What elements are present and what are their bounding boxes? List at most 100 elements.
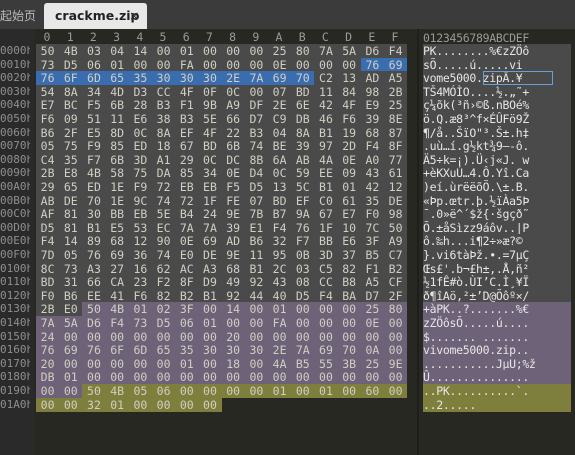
hex-byte[interactable]: 01 bbox=[268, 302, 292, 317]
hex-byte[interactable]: 42 bbox=[360, 180, 384, 194]
hex-byte[interactable]: 00 bbox=[198, 384, 222, 398]
hex-byte[interactable]: D4 bbox=[244, 166, 268, 181]
hex-byte[interactable]: 0E bbox=[337, 152, 361, 167]
hex-byte[interactable]: CC bbox=[152, 84, 176, 99]
hex-byte[interactable]: 76 bbox=[82, 343, 106, 358]
hex-byte[interactable]: 9B bbox=[198, 98, 222, 113]
hex-byte[interactable]: B1 bbox=[82, 220, 106, 235]
ascii-row[interactable]: ô.‰h...i­¶2÷»æ?© bbox=[423, 234, 571, 249]
hex-byte[interactable]: 92 bbox=[221, 288, 245, 303]
hex-byte[interactable]: 01 bbox=[268, 384, 292, 398]
hex-byte[interactable]: 00 bbox=[82, 356, 106, 371]
hex-byte[interactable]: F4 bbox=[384, 44, 408, 58]
hex-byte[interactable]: F7 bbox=[291, 234, 315, 249]
hex-byte[interactable]: 0C bbox=[198, 152, 222, 167]
hex-byte[interactable]: C7 bbox=[384, 248, 408, 262]
hex-byte[interactable]: AD bbox=[360, 71, 384, 86]
hex-byte[interactable]: 00 bbox=[128, 329, 152, 344]
hex-byte[interactable]: 00 bbox=[175, 384, 199, 398]
hex-byte[interactable]: 32 bbox=[268, 234, 292, 249]
hex-byte[interactable]: EF bbox=[175, 125, 199, 140]
ascii-row[interactable]: Ä5÷k=¡).Ü‹j«J. w bbox=[423, 152, 571, 167]
hex-byte[interactable]: 69 bbox=[268, 71, 292, 86]
hex-byte[interactable]: ED bbox=[82, 180, 106, 194]
hex-byte[interactable]: 4A bbox=[314, 152, 338, 167]
hex-byte[interactable]: 00 bbox=[360, 329, 384, 344]
hex-byte[interactable]: 76 bbox=[360, 57, 384, 72]
hex-byte[interactable]: 74 bbox=[152, 248, 176, 262]
hex-byte[interactable]: FA bbox=[268, 316, 292, 330]
ascii-row[interactable]: PK........%€zZÖô bbox=[423, 44, 571, 58]
hex-byte[interactable]: ED bbox=[128, 139, 152, 154]
hex-byte[interactable]: B6 bbox=[59, 288, 83, 303]
hex-byte[interactable]: 02 bbox=[152, 302, 176, 317]
hex-byte[interactable]: 35 bbox=[59, 152, 83, 167]
hex-byte[interactable]: 00 bbox=[244, 356, 268, 371]
hex-byte[interactable]: 2B bbox=[384, 84, 408, 99]
hex-byte[interactable]: 0C bbox=[128, 125, 152, 140]
hex-byte[interactable]: 00 bbox=[105, 356, 129, 371]
hex-byte[interactable]: 00 bbox=[152, 44, 176, 58]
hex-byte[interactable]: 3F bbox=[360, 234, 384, 249]
hex-byte[interactable]: 00 bbox=[291, 329, 315, 344]
hex-byte[interactable]: 67 bbox=[175, 139, 199, 154]
hex-byte[interactable]: 62 bbox=[152, 261, 176, 276]
hex-byte[interactable]: 0E bbox=[175, 234, 199, 249]
hex-byte[interactable]: 6F bbox=[105, 343, 129, 358]
hex-byte[interactable]: 72 bbox=[152, 180, 176, 194]
hex-byte[interactable]: 5C bbox=[291, 180, 315, 194]
hex-byte[interactable]: 35 bbox=[360, 193, 384, 208]
hex-byte[interactable]: 77 bbox=[384, 152, 408, 167]
hex-byte[interactable]: 01 bbox=[128, 302, 152, 317]
hex-byte[interactable]: 19 bbox=[337, 125, 361, 140]
hex-byte[interactable]: 00 bbox=[360, 370, 384, 385]
hex-byte[interactable]: 00 bbox=[384, 343, 408, 358]
hex-byte[interactable]: 00 bbox=[152, 397, 176, 412]
hex-byte[interactable]: B3 bbox=[244, 125, 268, 140]
hex-byte[interactable]: F4 bbox=[36, 234, 60, 249]
hex-byte[interactable]: 01 bbox=[337, 180, 361, 194]
tab-start-page[interactable]: 起始页 bbox=[0, 4, 40, 29]
hex-byte[interactable]: D7 bbox=[244, 112, 268, 126]
hex-byte[interactable]: 00 bbox=[221, 316, 245, 330]
hex-byte[interactable]: 35 bbox=[128, 71, 152, 86]
hex-byte[interactable]: 03 bbox=[82, 44, 106, 58]
hex-byte[interactable]: E6 bbox=[128, 112, 152, 126]
hex-byte[interactable]: 4A bbox=[268, 356, 292, 371]
hex-byte[interactable]: 2F bbox=[384, 288, 408, 303]
hex-byte[interactable]: E9 bbox=[360, 98, 384, 113]
hex-byte[interactable]: 9C bbox=[128, 193, 152, 208]
hex-byte[interactable]: 12 bbox=[384, 180, 408, 194]
hex-byte[interactable]: 32 bbox=[82, 397, 106, 412]
hex-byte[interactable]: 39 bbox=[360, 112, 384, 126]
hex-byte[interactable]: EE bbox=[314, 166, 338, 181]
hex-byte[interactable]: F4 bbox=[314, 288, 338, 303]
hex-byte[interactable]: 58 bbox=[105, 166, 129, 181]
hex-byte[interactable]: 0C bbox=[268, 166, 292, 181]
hex-byte[interactable]: F9 bbox=[128, 180, 152, 194]
hex-byte[interactable]: 0E bbox=[268, 57, 292, 72]
hex-byte[interactable]: 0E bbox=[221, 166, 245, 181]
ascii-row[interactable]: Œs£'.b¬£h±,.Å‚ñ² bbox=[423, 261, 571, 276]
hex-byte[interactable]: BE bbox=[268, 139, 292, 154]
hex-byte[interactable]: 09 bbox=[59, 112, 83, 126]
hex-byte[interactable]: A0 bbox=[360, 152, 384, 167]
hex-byte[interactable]: 75 bbox=[128, 166, 152, 181]
hex-byte[interactable]: 20 bbox=[36, 356, 60, 371]
hex-byte[interactable]: 3B bbox=[337, 356, 361, 371]
hex-byte[interactable]: EB bbox=[198, 180, 222, 194]
hex-byte[interactable]: 9E bbox=[221, 248, 245, 262]
hex-byte[interactable]: 00 bbox=[337, 384, 361, 398]
hex-byte[interactable]: 6B bbox=[105, 98, 129, 113]
hex-byte[interactable]: 6F bbox=[59, 71, 83, 86]
hex-byte[interactable]: 1F bbox=[314, 220, 338, 235]
hex-byte[interactable]: BB bbox=[314, 234, 338, 249]
hex-byte[interactable]: EC bbox=[152, 220, 176, 235]
hex-byte[interactable]: 69 bbox=[59, 343, 83, 358]
hex-byte[interactable]: D6 bbox=[82, 316, 106, 330]
hex-byte[interactable]: 00 bbox=[291, 370, 315, 385]
hex-byte[interactable]: 00 bbox=[314, 370, 338, 385]
hex-byte[interactable]: D9 bbox=[198, 275, 222, 290]
hex-byte[interactable]: 00 bbox=[337, 316, 361, 330]
hex-byte[interactable]: 25 bbox=[360, 356, 384, 371]
